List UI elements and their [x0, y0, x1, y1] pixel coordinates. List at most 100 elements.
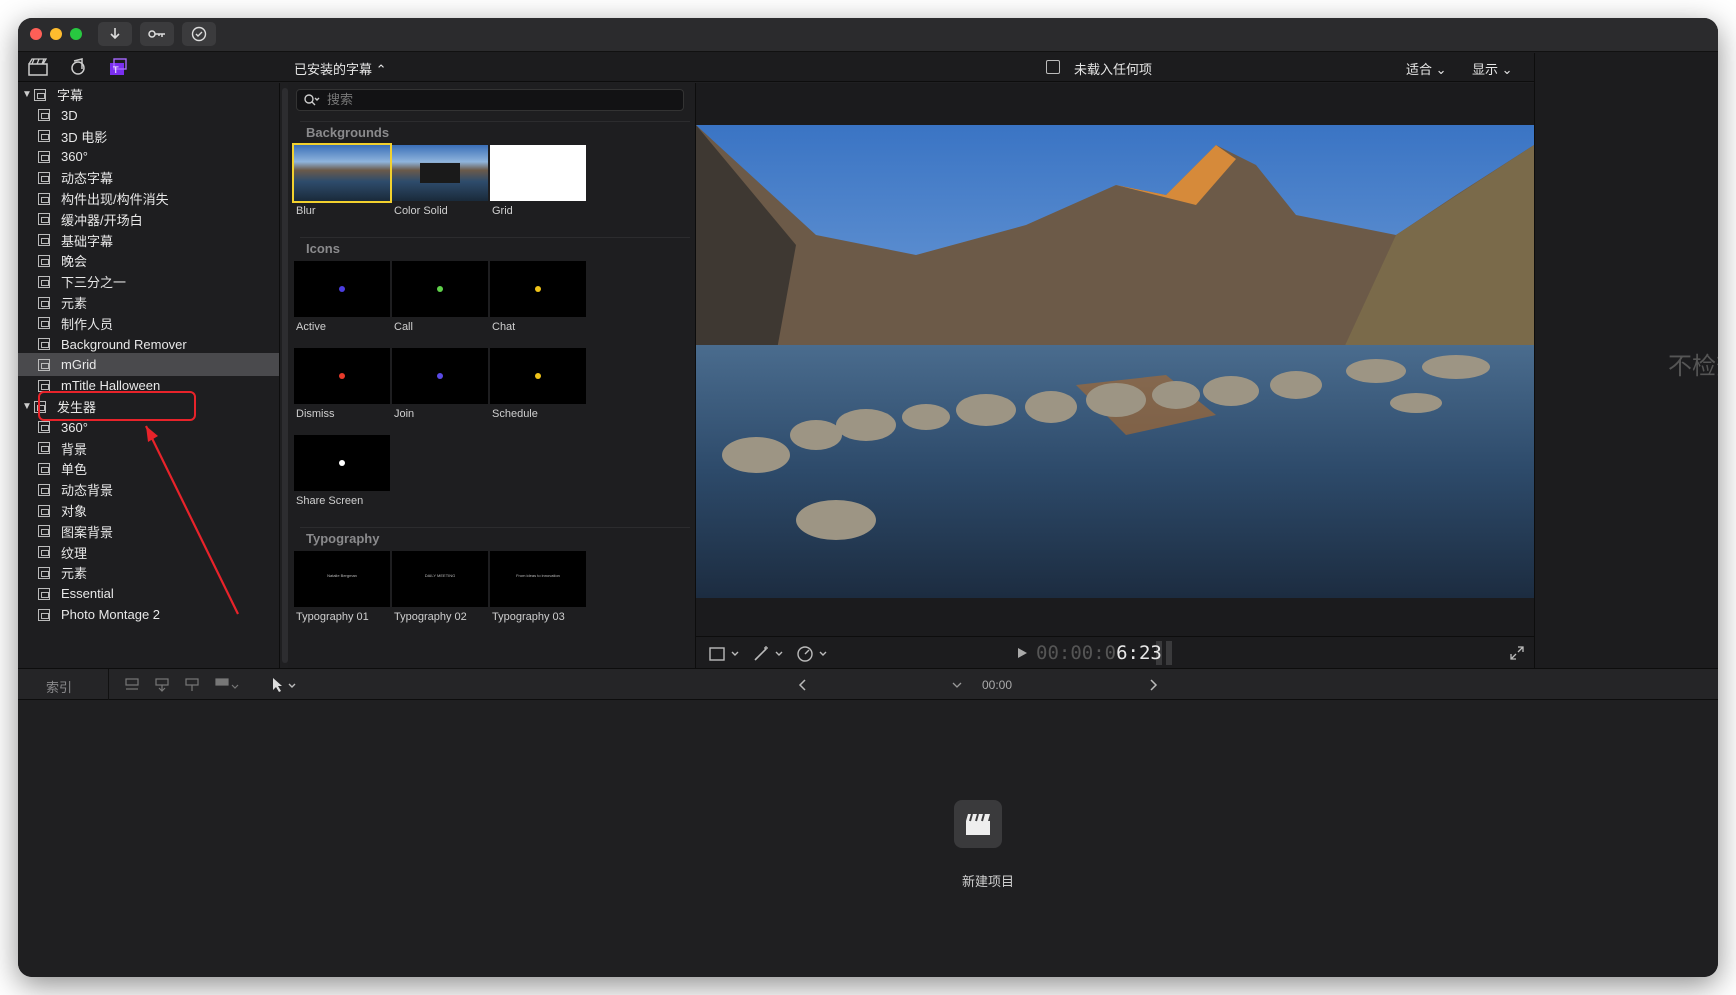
libraries-clapper-icon[interactable] — [28, 58, 48, 76]
sidebar-item[interactable]: 动态字幕 — [18, 166, 279, 189]
zoom-fit-menu[interactable]: 适合 ⌄ — [1406, 59, 1447, 78]
next-arrow-icon[interactable] — [1148, 679, 1158, 691]
sidebar-item-label: 构件出现/构件消失 — [61, 192, 169, 207]
title-category-icon — [38, 338, 50, 351]
thumbnail-label: Join — [394, 408, 415, 420]
thumbnail[interactable]: DAILY MEETING — [392, 551, 488, 607]
transform-tool-icon[interactable] — [708, 645, 742, 663]
section-header: Backgrounds — [306, 125, 390, 140]
app-window: T 已安装的字幕 ⌃ 未载入任何项 适合 ⌄ 显示 ⌄ ▼ 字幕 3D 3D 电影… — [18, 18, 1718, 977]
annotation-arrow — [145, 425, 239, 615]
photos-audio-icon[interactable] — [68, 58, 88, 76]
sidebar-item[interactable]: mGrid — [18, 353, 279, 377]
thumbnail[interactable] — [490, 348, 586, 404]
sidebar-group-label: 字幕 — [57, 88, 84, 103]
sidebar-item[interactable]: Background Remover — [18, 333, 279, 356]
mountain-lake-image — [696, 125, 1534, 598]
sidebar-item[interactable]: 360° — [18, 145, 279, 168]
timecode-display[interactable]: 00:00:06:23 — [1036, 642, 1162, 664]
play-icon[interactable] — [1016, 647, 1028, 659]
timeline-area — [18, 700, 1718, 977]
sidebar-item[interactable]: 3D 电影 — [18, 125, 279, 148]
thumbnail-label: Dismiss — [296, 408, 335, 420]
chevron-down-icon[interactable] — [952, 681, 962, 689]
sidebar-item-label: 背景 — [61, 441, 88, 457]
thumbnail[interactable] — [392, 261, 488, 317]
sidebar-item-label: 单色 — [61, 462, 88, 478]
sidebar-item-label: 下三分之一 — [61, 275, 127, 291]
generator-category-icon — [38, 504, 50, 517]
sidebar-item[interactable]: 3D — [18, 104, 279, 127]
sidebar-item[interactable]: 元素 — [18, 291, 279, 314]
sidebar-item-label: 3D 电影 — [61, 129, 108, 145]
disclosure-triangle-icon[interactable]: ▼ — [22, 401, 34, 412]
view-options-menu[interactable]: 显示 ⌄ — [1472, 59, 1513, 78]
disclosure-triangle-icon[interactable]: ▼ — [22, 89, 34, 100]
thumbnail[interactable] — [294, 348, 390, 404]
edit-buttons[interactable] — [124, 677, 242, 693]
thumbnail[interactable] — [294, 435, 390, 491]
thumbnail-label: Schedule — [492, 408, 538, 420]
thumbnail-label: Blur — [296, 205, 316, 217]
clip-icon — [1046, 60, 1060, 74]
icon-dot — [339, 286, 345, 292]
key-icon — [148, 30, 165, 38]
fullscreen-icon[interactable] — [1510, 646, 1524, 660]
thumbnail[interactable]: Natalie Bergman — [294, 551, 390, 607]
titles-browser: 搜索 Backgrounds Blur Color Solid Grid Icons Ac… — [288, 83, 696, 668]
checkmark-circle-icon — [191, 26, 207, 42]
thumbnail[interactable] — [392, 348, 488, 404]
sidebar-item[interactable]: 下三分之一 — [18, 270, 279, 293]
download-arrow-icon — [110, 28, 120, 40]
timeline-toolbar: 索引 00:00 — [18, 668, 1718, 701]
select-tool-icon[interactable] — [270, 677, 300, 693]
sidebar-item-label: 缓冲器/开场白 — [61, 212, 143, 228]
titles-generators-icon[interactable]: T — [108, 58, 128, 76]
generator-category-icon — [38, 566, 50, 579]
section-divider — [300, 237, 690, 238]
index-button[interactable]: 索引 — [46, 677, 72, 696]
timecode-bright: 6:23 — [1116, 642, 1162, 664]
sidebar-group-titles[interactable]: ▼ 字幕 — [18, 83, 279, 106]
icon-dot — [535, 373, 541, 379]
sidebar-item[interactable]: 缓冲器/开场白 — [18, 208, 279, 231]
sidebar-item-label: 元素 — [61, 296, 88, 311]
previous-arrow-icon[interactable] — [798, 679, 808, 691]
icon-dot — [535, 286, 541, 292]
thumbnail[interactable] — [292, 143, 392, 203]
thumbnail-label: Call — [394, 321, 413, 333]
color-solid-box — [420, 163, 460, 183]
sidebar-item-label: 360° — [61, 149, 88, 165]
background-tasks-button[interactable] — [182, 22, 216, 46]
retime-speedometer-icon[interactable] — [796, 645, 830, 663]
zoom-window-button[interactable] — [70, 28, 82, 40]
new-project-button[interactable] — [954, 800, 1002, 848]
sidebar-item-label: 纹理 — [61, 545, 88, 561]
minimize-window-button[interactable] — [50, 28, 62, 40]
icon-dot — [339, 460, 345, 466]
search-input[interactable]: 搜索 — [296, 89, 684, 111]
sidebar-item-label: 3D — [61, 107, 78, 123]
generator-category-icon — [38, 546, 50, 559]
thumbnail[interactable]: From ideas to innovation — [490, 551, 586, 607]
title-category-icon — [38, 234, 50, 247]
thumbnail[interactable] — [490, 261, 586, 317]
sidebar-item[interactable]: 晚会 — [18, 249, 279, 272]
sidebar-item-label: 对象 — [61, 504, 88, 519]
thumbnail[interactable] — [294, 261, 390, 317]
keywords-button[interactable] — [140, 22, 174, 46]
sidebar-item[interactable]: 构件出现/构件消失 — [18, 187, 279, 210]
close-window-button[interactable] — [30, 28, 42, 40]
import-button[interactable] — [98, 22, 132, 46]
thumbnail[interactable] — [392, 145, 488, 201]
sidebar-item[interactable]: 制作人员 — [18, 312, 279, 335]
enhance-magic-wand-icon[interactable] — [752, 645, 786, 663]
section-header: Typography — [306, 531, 380, 546]
thumbnail[interactable] — [490, 145, 586, 201]
title-category-icon — [38, 254, 50, 267]
sidebar-item-label: 基础字幕 — [61, 233, 114, 249]
sidebar-item[interactable]: 基础字幕 — [18, 229, 279, 252]
library-title[interactable]: 已安装的字幕 ⌃ — [294, 59, 387, 78]
title-category-icon — [38, 150, 50, 163]
icon-dot — [339, 373, 345, 379]
